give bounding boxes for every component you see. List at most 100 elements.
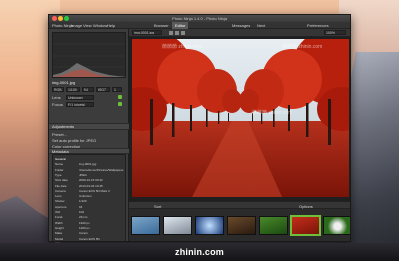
iso-field: ISO7 bbox=[96, 87, 110, 92]
metadata-key: ISO bbox=[55, 210, 61, 214]
metadata-row: ISO 100 bbox=[55, 210, 125, 214]
menu-window[interactable]: Window bbox=[93, 23, 107, 28]
aperture-field: f/4 bbox=[82, 87, 94, 92]
focus-row: Focus F/1 (pixels) bbox=[52, 102, 126, 108]
metadata-row: File date 2013-04-03 10:45 bbox=[55, 183, 125, 188]
metadata-row: Make Canon bbox=[55, 231, 125, 236]
thumbnail[interactable] bbox=[227, 216, 256, 235]
focus-select[interactable]: F/1 (pixels) bbox=[66, 102, 94, 107]
metadata-value: 2013-04-03 10:45 bbox=[79, 183, 103, 188]
metadata-key: Focal bbox=[55, 215, 63, 220]
compare-icon[interactable] bbox=[181, 31, 185, 35]
thumbnail[interactable] bbox=[323, 216, 350, 235]
count-field: 1 bbox=[112, 87, 122, 92]
menu-image[interactable]: Image bbox=[71, 23, 82, 28]
thumbnail[interactable] bbox=[195, 216, 224, 235]
metadata-key: Camera bbox=[55, 188, 66, 193]
filmstrip-toolbar: Sort Options bbox=[129, 201, 350, 209]
lens-row: Lens Unknown bbox=[52, 95, 126, 101]
metadata-row: Folder/Users/demo/Pictures/Wallpapers bbox=[55, 167, 125, 172]
image-select[interactable]: img-0001.jpg bbox=[132, 30, 162, 35]
shutter-field: 1/100 bbox=[66, 87, 80, 92]
metadata-key: Name bbox=[55, 162, 64, 167]
preferences-label[interactable]: Preferences bbox=[307, 23, 329, 28]
metadata-value: /Users/demo/Pictures/Wallpapers bbox=[79, 167, 124, 172]
metadata-value: Canon EOS 5D Mark II bbox=[79, 188, 110, 193]
metadata-key: Lens bbox=[55, 194, 62, 199]
metadata-value: JPEG bbox=[79, 172, 87, 177]
menu-bar: Photo Ninja Image View Window Help Brows… bbox=[49, 22, 350, 29]
metadata-key: Type bbox=[55, 172, 62, 177]
metadata-row: Type JPEG bbox=[55, 172, 125, 177]
crop-icon[interactable] bbox=[175, 31, 179, 35]
tab-messages[interactable]: Messages bbox=[229, 22, 253, 29]
filmstrip bbox=[129, 209, 350, 241]
metadata-value: Canon EOS 5D bbox=[79, 236, 100, 241]
exposure-info-row: RGB 1/100 f/4 ISO7 1 bbox=[52, 87, 126, 93]
metadata-row: General bbox=[55, 157, 125, 161]
metadata-key: General bbox=[55, 157, 66, 161]
metadata-row: Shot date 2009-10-15 09:32 bbox=[55, 178, 125, 183]
file-name-label: img-0001.jpg bbox=[52, 80, 76, 85]
viewer-toolbar: img-0001.jpg 100% bbox=[129, 29, 350, 37]
metadata-key: Height bbox=[55, 225, 64, 230]
title-bar: Photo Ninja 1.4.0 - Photo Ninja bbox=[49, 15, 350, 22]
metadata-key: Model bbox=[55, 236, 64, 241]
metadata-key: Shutter bbox=[55, 199, 65, 204]
lens-label: Lens bbox=[52, 95, 61, 100]
metadata-row: Lens Unknown bbox=[55, 194, 125, 199]
menu-help[interactable]: Help bbox=[107, 23, 115, 28]
watermark-text: 節節節 zhinin.com bbox=[282, 44, 323, 50]
metadata-value: 1200 px bbox=[79, 225, 90, 230]
metadata-row: Width 1920 px bbox=[55, 220, 125, 225]
thumbnail-selected[interactable] bbox=[291, 216, 320, 235]
metadata-value: Unknown bbox=[79, 194, 92, 199]
metadata-key: Shot date bbox=[55, 178, 68, 183]
metadata-value: img-0001.jpg bbox=[79, 162, 97, 167]
tab-browser[interactable]: Browser bbox=[151, 22, 172, 29]
app-window: Photo Ninja 1.4.0 - Photo Ninja Photo Ni… bbox=[48, 14, 351, 242]
metadata-value: 100 bbox=[79, 210, 85, 214]
lens-status-icon bbox=[118, 95, 122, 99]
lens-select[interactable]: Unknown bbox=[66, 95, 94, 100]
metadata-table: General Name img-0001.jpg Folder/Users/demo… bbox=[52, 154, 126, 241]
metadata-value: 24mm bbox=[79, 215, 88, 220]
color-mode-field: RGB bbox=[52, 87, 64, 92]
metadata-row: Height 1200 px bbox=[55, 225, 125, 230]
zoom-level[interactable]: 100% bbox=[324, 30, 346, 35]
metadata-value: f/4 bbox=[79, 204, 83, 209]
adjustments-header[interactable]: Adjustments bbox=[49, 123, 129, 130]
tab-editor[interactable]: Editor bbox=[172, 22, 189, 29]
menu-view[interactable]: View bbox=[83, 23, 92, 28]
watermark-text: 節節節 zhinin.com bbox=[252, 110, 293, 116]
metadata-key: Make bbox=[55, 231, 63, 236]
metadata-key: Aperture bbox=[55, 204, 67, 209]
metadata-row: Focal 24mm bbox=[55, 215, 125, 220]
metadata-value: 2009-10-15 09:32 bbox=[79, 178, 103, 183]
metadata-row: Shutter 1/100 bbox=[55, 199, 125, 204]
metadata-row: Camera Canon EOS 5D Mark II bbox=[55, 188, 125, 193]
rotate-icon[interactable] bbox=[169, 31, 173, 35]
left-panel: img-0001.jpg RGB 1/100 f/4 ISO7 1 Lens U… bbox=[49, 29, 129, 241]
window-title: Photo Ninja 1.4.0 - Photo Ninja bbox=[172, 16, 227, 21]
metadata-key: Folder bbox=[55, 167, 64, 172]
metadata-value: 1920 px bbox=[79, 220, 90, 225]
metadata-value: 1/100 bbox=[79, 199, 87, 204]
site-footer-text: zhinin.com bbox=[175, 247, 224, 257]
thumbnail[interactable] bbox=[163, 216, 192, 235]
metadata-key: Width bbox=[55, 220, 63, 225]
thumbnail[interactable] bbox=[259, 216, 288, 235]
metadata-row: Aperture f/4 bbox=[55, 204, 125, 209]
menu-app[interactable]: Photo Ninja bbox=[52, 23, 73, 28]
thumbnail[interactable] bbox=[131, 216, 160, 235]
main-photo: 節節節 zhinin.com 節節節 zhinin.com 節節節 zhinin… bbox=[132, 39, 349, 197]
watermark-text: 節節節 zhinin.com bbox=[162, 44, 203, 50]
metadata-row: Name img-0001.jpg bbox=[55, 162, 125, 167]
tab-next[interactable]: Next bbox=[254, 22, 268, 29]
metadata-key: File date bbox=[55, 183, 67, 188]
autumn-trees-photo bbox=[132, 39, 349, 197]
image-viewer: img-0001.jpg 100% 節節節 zhinin.com 節節節 zhi… bbox=[129, 29, 350, 201]
focus-label: Focus bbox=[52, 102, 63, 107]
metadata-value: Canon bbox=[79, 231, 88, 236]
histogram bbox=[52, 32, 126, 78]
